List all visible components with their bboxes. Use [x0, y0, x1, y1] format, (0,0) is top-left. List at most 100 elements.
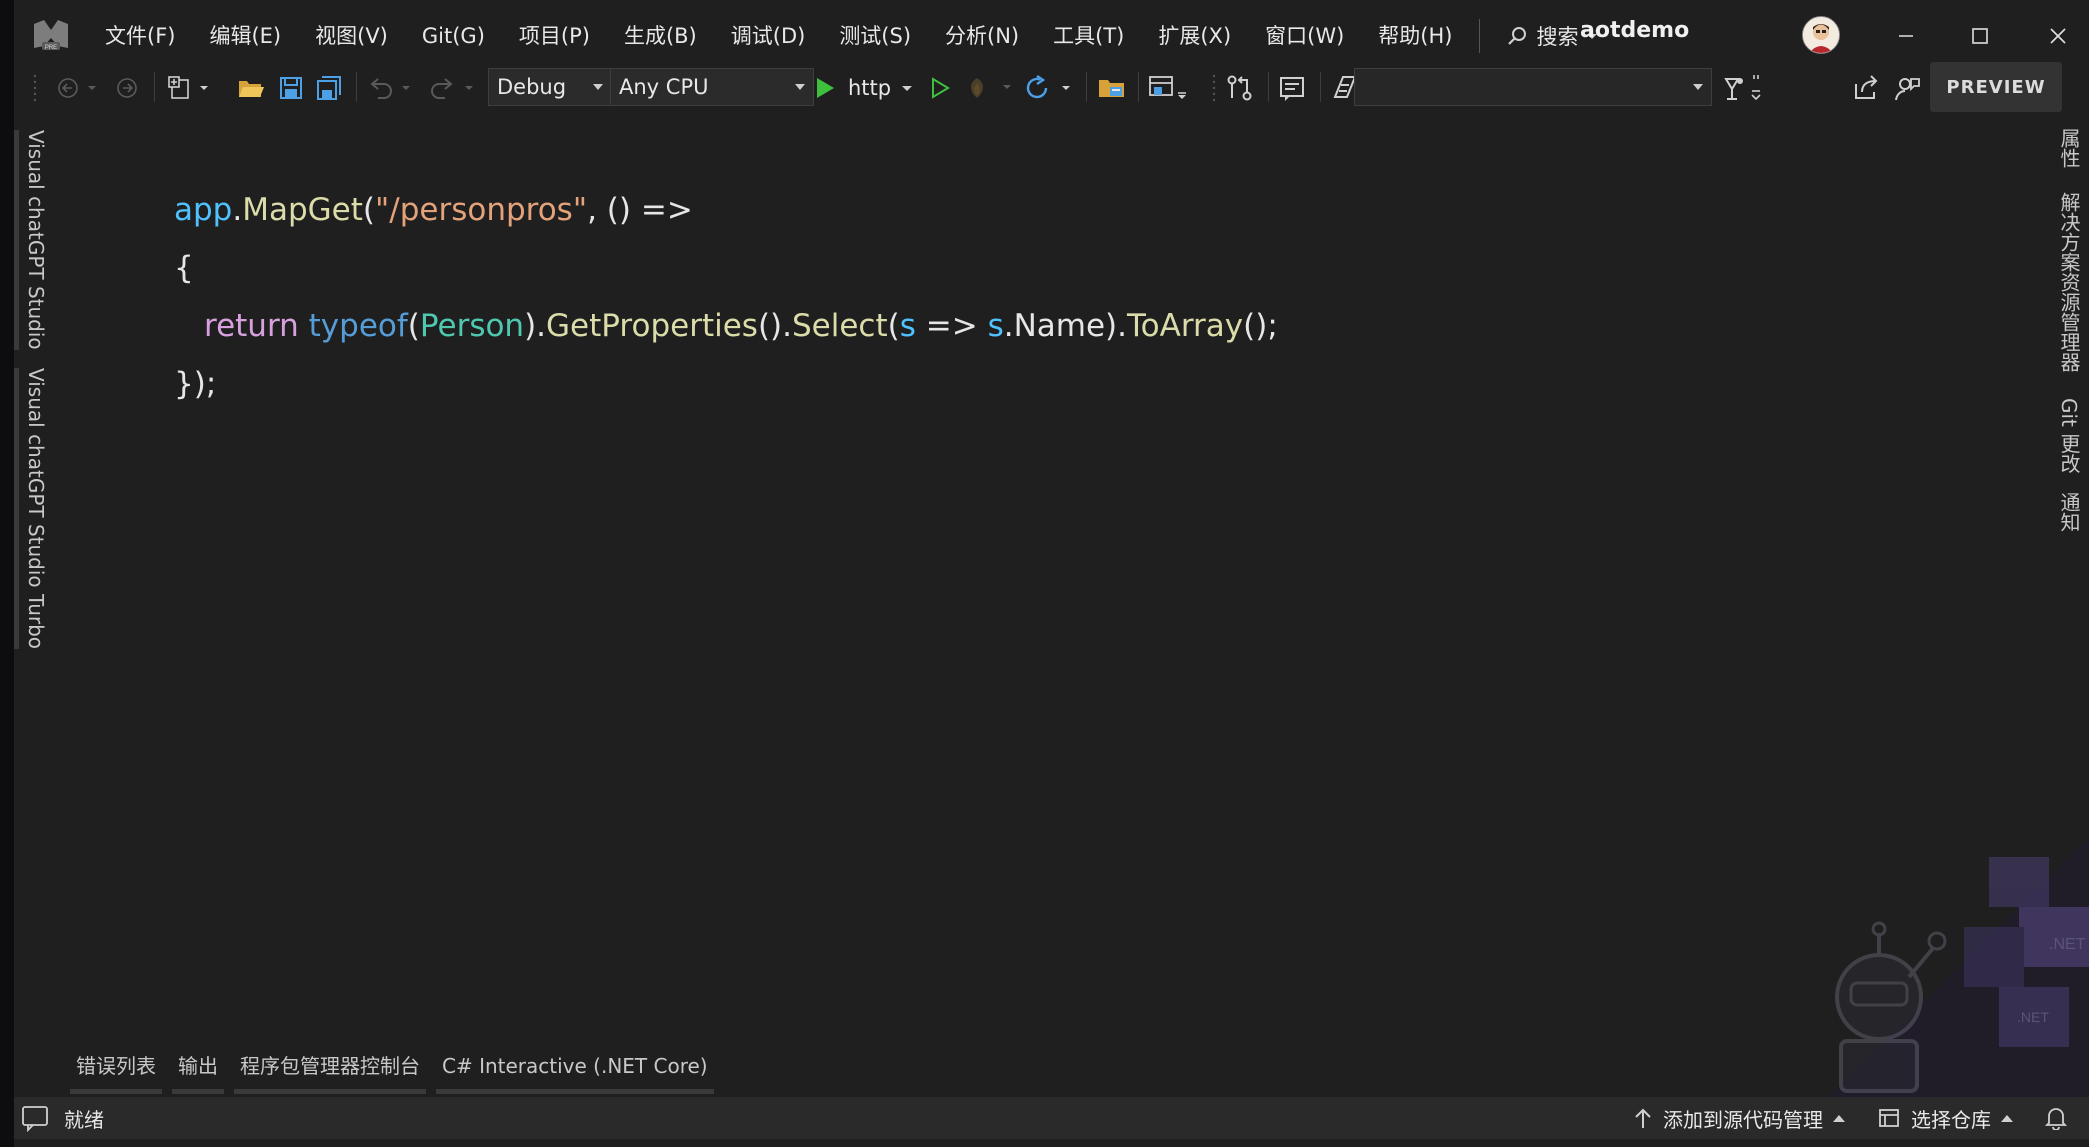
code-line-4: }); — [174, 366, 217, 402]
window-layout-icon — [1149, 76, 1186, 99]
open-folder-button[interactable] — [236, 70, 266, 106]
user-avatar[interactable] — [1802, 16, 1840, 54]
visual-studio-logo-icon: PRE — [34, 20, 68, 51]
save-icon — [280, 77, 302, 99]
maximize-icon — [1972, 28, 1988, 44]
tab-solution-explorer[interactable]: 解决方案资源管理器 — [2055, 192, 2084, 372]
menu-debug[interactable]: 调试(D) — [714, 16, 823, 56]
feedback-person-icon — [1895, 78, 1920, 101]
open-folder-icon — [239, 81, 264, 97]
tab-error-list[interactable]: 错误列表 — [70, 1050, 162, 1094]
solution-configuration-value: Debug — [497, 75, 567, 99]
tab-git-changes[interactable]: Git 更改 — [2055, 398, 2084, 473]
solution-configuration-dropdown[interactable]: Debug — [488, 68, 612, 106]
tab-properties[interactable]: 属性 — [2055, 128, 2084, 168]
close-button[interactable] — [2036, 14, 2080, 58]
tab-csharp-interactive[interactable]: C# Interactive (.NET Core) — [436, 1050, 714, 1094]
menu-window[interactable]: 窗口(W) — [1248, 16, 1361, 56]
menu-git[interactable]: Git(G) — [405, 16, 502, 56]
menu-view[interactable]: 视图(V) — [298, 16, 405, 56]
svg-text:.NET: .NET — [2049, 936, 2086, 953]
code-token: ( — [887, 308, 900, 344]
menu-build[interactable]: 生成(B) — [607, 16, 714, 56]
code-token: , () => — [587, 192, 693, 228]
target-dropdown[interactable] — [1354, 68, 1712, 106]
chevron-up-icon — [1833, 1114, 1845, 1122]
start-debugging-button[interactable]: http — [812, 70, 922, 106]
tab-notifications[interactable]: 通知 — [2055, 492, 2084, 532]
code-editor[interactable]: app.MapGet("/personpros", () => { return… — [74, 120, 2034, 1050]
navigate-back-button[interactable] — [54, 70, 104, 106]
redo-button[interactable] — [424, 70, 480, 106]
tab-visual-chatgpt-studio-turbo[interactable]: Visual chatGPT Studio Turbo — [14, 368, 48, 650]
menu-bar: 文件(F) 编辑(E) 视图(V) Git(G) 项目(P) 生成(B) 调试(… — [88, 0, 1608, 72]
start-without-debugging-button[interactable] — [924, 70, 956, 106]
code-token: return — [204, 308, 299, 344]
code-token: Select — [792, 308, 888, 344]
search-label: 搜索 — [1536, 25, 1579, 49]
tab-package-manager-console[interactable]: 程序包管理器控制台 — [234, 1050, 426, 1094]
tab-visual-chatgpt-studio[interactable]: Visual chatGPT Studio — [14, 130, 48, 350]
save-all-button[interactable] — [314, 70, 344, 106]
hot-reload-button[interactable] — [962, 70, 1020, 106]
tab-output[interactable]: 输出 — [172, 1050, 224, 1094]
status-right: 添加到源代码管理 选择仓库 — [1617, 1097, 2089, 1139]
status-left: 就绪 — [20, 1097, 104, 1139]
menu-file[interactable]: 文件(F) — [88, 16, 192, 56]
minimize-icon — [1899, 35, 1913, 37]
file-explorer-button[interactable] — [1094, 70, 1130, 106]
code-token: ( — [362, 192, 375, 228]
minimize-button[interactable] — [1884, 14, 1928, 58]
restart-button[interactable] — [1024, 70, 1078, 106]
toolbar-options-button[interactable] — [1716, 70, 1776, 106]
ide-window: PRE 文件(F) 编辑(E) 视图(V) Git(G) 项目(P) 生成(B)… — [14, 0, 2089, 1147]
toolbar-separator — [1086, 72, 1087, 102]
notifications-button[interactable] — [2029, 1106, 2089, 1130]
toolbar-separator — [1268, 72, 1269, 102]
message-bubble-icon[interactable] — [20, 1104, 50, 1132]
menu-edit[interactable]: 编辑(E) — [192, 16, 298, 56]
menu-tools[interactable]: 工具(T) — [1036, 16, 1141, 56]
code-token: . — [232, 192, 243, 228]
add-to-source-control-label: 添加到源代码管理 — [1663, 1107, 1823, 1132]
title-bar: PRE 文件(F) 编辑(E) 视图(V) Git(G) 项目(P) 生成(B)… — [14, 0, 2089, 72]
undo-button[interactable] — [364, 70, 418, 106]
navigate-forward-button[interactable] — [112, 70, 142, 106]
feedback-button[interactable] — [1890, 70, 1926, 106]
grip-icon — [33, 74, 37, 102]
code-token: ToArray — [1127, 308, 1244, 344]
chevron-down-icon — [1693, 84, 1703, 90]
chevron-down-icon — [795, 84, 805, 90]
menu-test[interactable]: 测试(S) — [822, 16, 928, 56]
menu-project[interactable]: 项目(P) — [502, 16, 607, 56]
svg-text:.NET: .NET — [2017, 1009, 2049, 1025]
status-bar: 就绪 添加到源代码管理 选择仓库 — [14, 1097, 2089, 1139]
save-button[interactable] — [276, 70, 306, 106]
arrow-up-icon — [1635, 1108, 1651, 1128]
save-all-icon — [317, 76, 341, 100]
solution-platform-dropdown[interactable]: Any CPU — [610, 68, 814, 106]
chevron-up-icon — [2001, 1114, 2013, 1122]
add-to-source-control-button[interactable]: 添加到源代码管理 — [1617, 1104, 1861, 1133]
menu-help[interactable]: 帮助(H) — [1361, 16, 1469, 56]
git-compare-button[interactable] — [1222, 70, 1258, 106]
layout-button[interactable] — [1144, 70, 1196, 106]
toolbar-options-icon — [1724, 75, 1761, 101]
code-token: s — [899, 308, 916, 344]
menu-analyze[interactable]: 分析(N) — [928, 16, 1036, 56]
dotnet-bot-background-art: .NET .NET — [1829, 837, 2089, 1097]
bottom-tool-tabs: 错误列表 输出 程序包管理器控制台 C# Interactive (.NET C… — [70, 1050, 724, 1094]
redo-icon — [431, 78, 473, 99]
toolbar-grip[interactable] — [30, 70, 40, 106]
new-item-button[interactable] — [164, 70, 216, 106]
live-share-button[interactable] — [1848, 70, 1884, 106]
select-repository-button[interactable]: 选择仓库 — [1861, 1104, 2029, 1133]
comment-icon — [1280, 77, 1304, 101]
preview-badge[interactable]: PREVIEW — [1930, 62, 2062, 112]
maximize-button[interactable] — [1958, 14, 2002, 58]
toolbar-separator — [356, 72, 357, 102]
code-token: GetProperties — [546, 308, 758, 344]
code-token: ( — [407, 308, 420, 344]
comment-button[interactable] — [1274, 70, 1310, 106]
menu-extensions[interactable]: 扩展(X) — [1141, 16, 1248, 56]
